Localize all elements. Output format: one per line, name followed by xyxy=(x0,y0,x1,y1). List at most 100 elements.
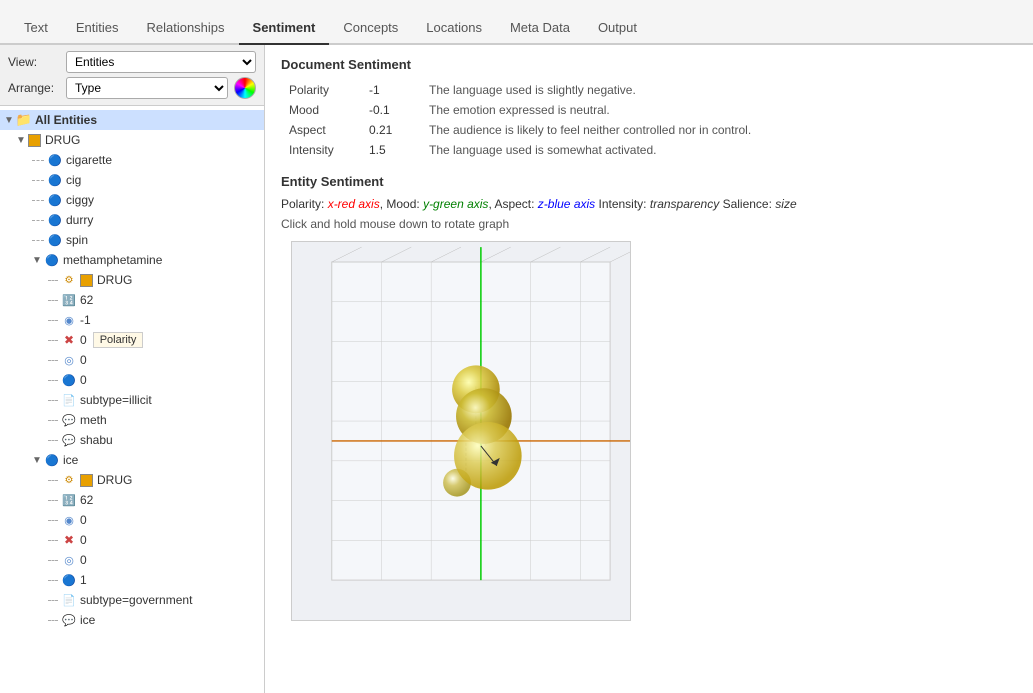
main-layout: View: Entities Arrange: Type ▼ 📁 All Ent… xyxy=(0,45,1033,693)
dash-icon xyxy=(48,420,58,421)
polarity-tooltip: Polarity xyxy=(93,332,144,348)
doc-sentiment-title: Document Sentiment xyxy=(281,57,1017,72)
tree-meth-0-cross[interactable]: ✖ 0 Polarity xyxy=(0,330,264,350)
intensity-value: 1.5 xyxy=(361,140,421,160)
tree-meth-0-3[interactable]: 🔵 0 xyxy=(0,370,264,390)
ciggy-label: ciggy xyxy=(66,193,94,207)
dash-icon xyxy=(32,180,44,181)
tab-text[interactable]: Text xyxy=(10,12,62,45)
cross-ice-icon: ✖ xyxy=(61,532,77,548)
mood-label: Mood xyxy=(281,100,361,120)
tree-meth-0-2[interactable]: ◎ 0 xyxy=(0,350,264,370)
ice-0-2-label: 0 xyxy=(80,553,87,567)
view-label: View: xyxy=(8,55,60,69)
dash-icon xyxy=(32,240,44,241)
tab-entities[interactable]: Entities xyxy=(62,12,133,45)
tab-relationships[interactable]: Relationships xyxy=(132,12,238,45)
dash-icon xyxy=(32,200,44,201)
arrange-control-row: Arrange: Type xyxy=(8,77,256,99)
leaf-icon: 🔵 xyxy=(47,212,63,228)
tree-meth-meth[interactable]: 💬 meth xyxy=(0,410,264,430)
tree-drug[interactable]: ▼ DRUG xyxy=(0,130,264,150)
leaf-icon: 🔵 xyxy=(47,192,63,208)
doc-ice-icon: 📄 xyxy=(61,592,77,608)
meth-neg1-label: -1 xyxy=(80,313,91,327)
dash-icon xyxy=(48,600,58,601)
tree-ice-0-cross[interactable]: ✖ 0 xyxy=(0,530,264,550)
table-row-intensity: Intensity 1.5 The language used is somew… xyxy=(281,140,1017,160)
y-green-label: y-green axis xyxy=(423,197,488,211)
graph-svg xyxy=(292,242,630,620)
group-ice-icon: ⚙ xyxy=(61,472,77,488)
circle3-icon: 🔵 xyxy=(61,372,77,388)
meth-meth-label: meth xyxy=(80,413,107,427)
arrange-label: Arrange: xyxy=(8,81,60,95)
polarity-value: -1 xyxy=(361,80,421,100)
tab-output[interactable]: Output xyxy=(584,12,651,45)
tab-metadata[interactable]: Meta Data xyxy=(496,12,584,45)
click-hint: Click and hold mouse down to rotate grap… xyxy=(281,217,1017,231)
leaf-icon: 🔵 xyxy=(47,152,63,168)
expand-icon[interactable]: ▼ xyxy=(4,115,14,125)
tab-locations[interactable]: Locations xyxy=(412,12,496,45)
tree-ice-1[interactable]: 🔵 1 xyxy=(0,570,264,590)
dash-icon xyxy=(32,160,44,161)
aspect-value: 0.21 xyxy=(361,120,421,140)
ice-0-cross-label: 0 xyxy=(80,533,87,547)
meth-0-2-label: 0 xyxy=(80,353,87,367)
dash-icon xyxy=(48,580,58,581)
entity-tree: ▼ 📁 All Entities ▼ DRUG 🔵 cigarette 🔵 ci… xyxy=(0,106,264,693)
color-wheel-icon[interactable] xyxy=(234,77,256,99)
top-tabs: Text Entities Relationships Sentiment Co… xyxy=(0,0,1033,45)
transparency-label: transparency xyxy=(650,197,719,211)
tree-spin[interactable]: 🔵 spin xyxy=(0,230,264,250)
tree-meth-shabu[interactable]: 💬 shabu xyxy=(0,430,264,450)
tree-ice-0-1[interactable]: ◉ 0 xyxy=(0,510,264,530)
tree-ciggy[interactable]: 🔵 ciggy xyxy=(0,190,264,210)
tree-cig[interactable]: 🔵 cig xyxy=(0,170,264,190)
dash-icon xyxy=(48,520,58,521)
circle2-ice-icon: ◎ xyxy=(61,552,77,568)
folder-icon: 📁 xyxy=(16,112,32,128)
entity-sentiment-graph[interactable] xyxy=(291,241,631,621)
tree-ice-drug[interactable]: ⚙ DRUG xyxy=(0,470,264,490)
tree-durry[interactable]: 🔵 durry xyxy=(0,210,264,230)
tab-concepts[interactable]: Concepts xyxy=(329,12,412,45)
circle3-ice-icon: 🔵 xyxy=(61,572,77,588)
tree-cigarette[interactable]: 🔵 cigarette xyxy=(0,150,264,170)
ice-0-1-label: 0 xyxy=(80,513,87,527)
tree-ice-62[interactable]: 🔢 62 xyxy=(0,490,264,510)
polarity-label: Polarity xyxy=(281,80,361,100)
tab-sentiment[interactable]: Sentiment xyxy=(239,12,330,45)
tree-meth-drug[interactable]: ⚙ DRUG xyxy=(0,270,264,290)
dash-icon xyxy=(48,400,58,401)
circle-ice-icon: ◉ xyxy=(61,512,77,528)
expand-meth-icon[interactable]: ▼ xyxy=(32,255,42,265)
doc-icon: 📄 xyxy=(61,392,77,408)
cig-label: cig xyxy=(66,173,81,187)
aspect-label: Aspect xyxy=(281,120,361,140)
tree-all-entities[interactable]: ▼ 📁 All Entities xyxy=(0,110,264,130)
dash-icon xyxy=(48,280,58,281)
tree-meth-subtype-illicit[interactable]: 📄 subtype=illicit xyxy=(0,390,264,410)
dash-icon xyxy=(48,620,58,621)
ice-ice-label: ice xyxy=(80,613,95,627)
spin-label: spin xyxy=(66,233,88,247)
expand-drug-icon[interactable]: ▼ xyxy=(16,135,26,145)
tree-ice-0-2[interactable]: ◎ 0 xyxy=(0,550,264,570)
tree-ice-ice[interactable]: 💬 ice xyxy=(0,610,264,630)
tree-ice-subtype-gov[interactable]: 📄 subtype=government xyxy=(0,590,264,610)
arrange-select[interactable]: Type xyxy=(66,77,228,99)
sentiment-table: Polarity -1 The language used is slightl… xyxy=(281,80,1017,160)
group-icon: ⚙ xyxy=(61,272,77,288)
size-label: size xyxy=(775,197,796,211)
tree-methamphetamine[interactable]: ▼ 🔵 methamphetamine xyxy=(0,250,264,270)
z-blue-label: z-blue axis xyxy=(538,197,595,211)
view-select[interactable]: Entities xyxy=(66,51,256,73)
drug-box-icon xyxy=(80,274,93,287)
ice-label: ice xyxy=(63,453,78,467)
expand-ice-icon[interactable]: ▼ xyxy=(32,455,42,465)
tree-meth-62[interactable]: 🔢 62 xyxy=(0,290,264,310)
tree-ice[interactable]: ▼ 🔵 ice xyxy=(0,450,264,470)
tree-meth-neg1[interactable]: ◉ -1 xyxy=(0,310,264,330)
